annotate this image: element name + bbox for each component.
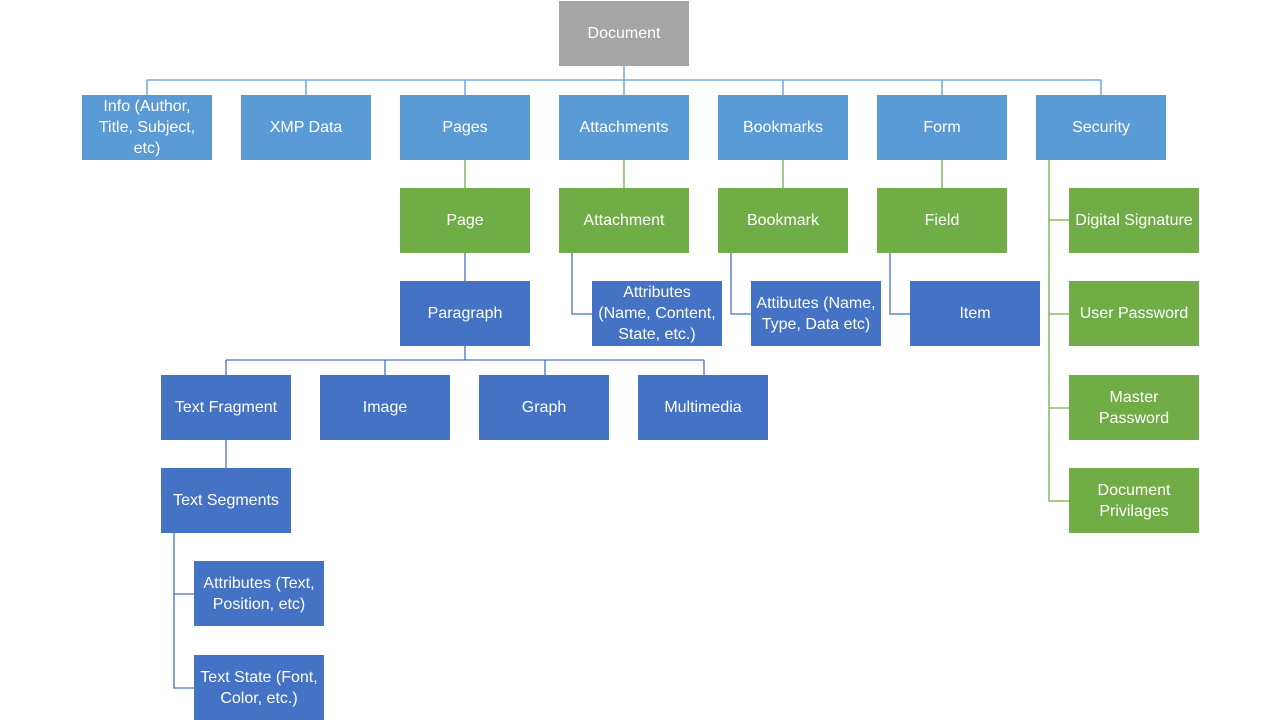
node-graph[interactable]: Graph <box>479 375 609 440</box>
node-form[interactable]: Form <box>877 95 1007 160</box>
connector-attachment-attributes <box>571 253 592 315</box>
node-document-privilages[interactable]: Document Privilages <box>1069 468 1199 533</box>
node-attachments[interactable]: Attachments <box>559 95 689 160</box>
connector-bookmark-attributes <box>730 253 751 315</box>
node-text-segments[interactable]: Text Segments <box>161 468 291 533</box>
node-image[interactable]: Image <box>320 375 450 440</box>
node-bookmark[interactable]: Bookmark <box>718 188 848 253</box>
node-attachment[interactable]: Attachment <box>559 188 689 253</box>
node-page[interactable]: Page <box>400 188 530 253</box>
node-info[interactable]: Info (Author, Title, Subject, etc) <box>82 95 212 160</box>
node-field[interactable]: Field <box>877 188 1007 253</box>
connector-segments-children <box>173 533 194 689</box>
node-attachment-attributes[interactable]: Attributes (Name, Content, State, etc.) <box>592 281 722 346</box>
node-master-password[interactable]: Master Password <box>1069 375 1199 440</box>
node-paragraph[interactable]: Paragraph <box>400 281 530 346</box>
node-security[interactable]: Security <box>1036 95 1166 160</box>
node-segment-attributes[interactable]: Attributes (Text, Position, etc) <box>194 561 324 626</box>
node-digital-signature[interactable]: Digital Signature <box>1069 188 1199 253</box>
connector-collections <box>464 160 943 188</box>
connector-field-item <box>889 253 910 315</box>
node-xmp-data[interactable]: XMP Data <box>241 95 371 160</box>
node-item[interactable]: Item <box>910 281 1040 346</box>
connector-root-bus <box>146 66 1102 95</box>
node-bookmark-attributes[interactable]: Attibutes (Name, Type, Data etc) <box>751 281 881 346</box>
node-document[interactable]: Document <box>559 1 689 66</box>
node-text-fragment[interactable]: Text Fragment <box>161 375 291 440</box>
connector-security-children <box>1048 160 1069 502</box>
node-user-password[interactable]: User Password <box>1069 281 1199 346</box>
node-pages[interactable]: Pages <box>400 95 530 160</box>
node-multimedia[interactable]: Multimedia <box>638 375 768 440</box>
node-bookmarks[interactable]: Bookmarks <box>718 95 848 160</box>
node-text-state[interactable]: Text State (Font, Color, etc.) <box>194 655 324 720</box>
connector-paragraph-bus <box>225 346 705 375</box>
